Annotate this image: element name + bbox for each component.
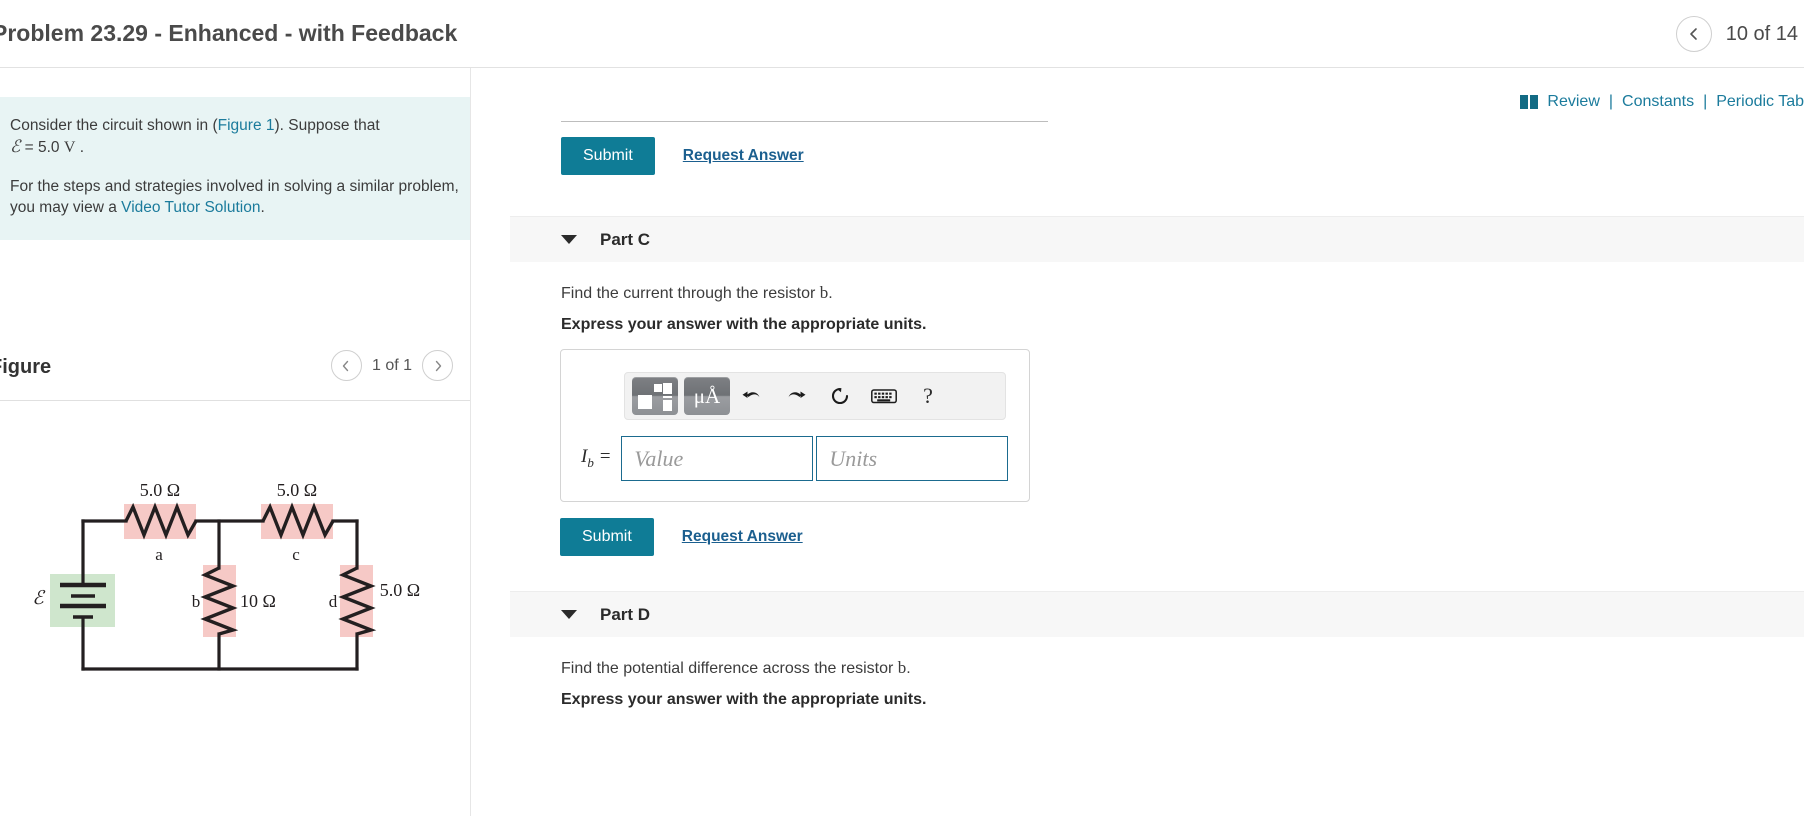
chevron-left-icon (340, 360, 352, 372)
statement-paragraph-2: For the steps and strategies involved in… (10, 176, 467, 218)
review-link[interactable]: Review (1547, 93, 1599, 111)
answer-variable-label: Ib = (581, 446, 611, 471)
resistor-a-node: a (155, 545, 163, 564)
figure-1-link[interactable]: Figure 1 (218, 117, 275, 134)
resistor-c-node: c (292, 545, 300, 564)
figure-divider (0, 400, 470, 401)
resource-links: Review | Constants | Periodic Tab (1520, 93, 1804, 111)
figure-counter: 1 of 1 (371, 356, 412, 374)
resistor-d-node: d (329, 592, 338, 611)
previous-part-actions: Submit Request Answer (561, 137, 804, 175)
submit-button-part-c[interactable]: Submit (560, 518, 654, 556)
constants-link[interactable]: Constants (1622, 93, 1694, 111)
problem-counter: 10 of 14 (1725, 22, 1798, 45)
resistor-b-node: b (192, 592, 201, 611)
undo-arrow-icon[interactable] (730, 377, 774, 415)
statement-text-pre: Consider the circuit shown in ( (10, 117, 218, 134)
link-separator-2: | (1703, 93, 1708, 110)
problem-panel: Consider the circuit shown in (Figure 1)… (0, 68, 471, 816)
emf-period: . (79, 139, 85, 156)
submit-button-previous[interactable]: Submit (561, 137, 655, 175)
statement-paragraph-1: Consider the circuit shown in (Figure 1)… (10, 115, 467, 158)
part-c-prompt: Find the current through the resistor b. (561, 283, 833, 303)
part-c-prompt-post: . (828, 285, 833, 302)
emf-symbol: ℰ (10, 137, 21, 156)
part-c-answer-fields: Ib = (581, 436, 1009, 481)
part-d-express-note: Express your answer with the appropriate… (561, 691, 927, 708)
app-header: Problem 23.29 - Enhanced - with Feedback… (0, 0, 1804, 68)
part-d-prompt-post: . (906, 660, 911, 677)
caret-down-icon[interactable] (561, 610, 577, 619)
request-answer-link-previous[interactable]: Request Answer (683, 147, 804, 165)
resistor-d-value: 5.0 Ω (380, 580, 420, 600)
problem-pager: 10 of 14 (1675, 16, 1804, 52)
help-icon[interactable]: ? (906, 377, 950, 415)
emf-label: ℰ (32, 588, 46, 609)
tutor-text-post: . (260, 199, 265, 216)
answer-panel: Review | Constants | Periodic Tab Submit… (472, 68, 1804, 816)
part-d-prompt-pre: Find the potential difference across the… (561, 660, 898, 677)
video-tutor-solution-link[interactable]: Video Tutor Solution (121, 199, 260, 216)
previous-problem-button[interactable] (1675, 16, 1712, 52)
figure-previous-button[interactable] (330, 350, 362, 381)
units-palette-icon[interactable]: μÅ (684, 377, 730, 415)
answer-units-input[interactable] (816, 436, 1009, 481)
math-template-icon[interactable] (632, 377, 678, 415)
previous-part-input-underline (561, 121, 1048, 122)
part-d-header[interactable]: Part D (510, 591, 1804, 637)
part-c-header[interactable]: Part C (510, 216, 1804, 262)
part-d-prompt: Find the potential difference across the… (561, 658, 911, 678)
part-c-prompt-pre: Find the current through the resistor (561, 285, 820, 302)
problem-statement: Consider the circuit shown in (Figure 1)… (0, 97, 470, 240)
answer-value-input[interactable] (621, 436, 814, 481)
part-c-express-note: Express your answer with the appropriate… (561, 316, 927, 333)
emf-unit: V (63, 139, 76, 156)
answer-variable-subscript: b (587, 454, 594, 470)
part-d-label: Part D (600, 604, 651, 624)
reset-circular-arrow-icon[interactable] (818, 377, 862, 415)
request-answer-link-part-c[interactable]: Request Answer (682, 528, 803, 546)
resistor-b-value: 10 Ω (240, 591, 276, 611)
statement-text-mid: ). Suppose that (274, 117, 380, 134)
resistor-a-value: 5.0 Ω (140, 480, 180, 500)
resistor-c-value: 5.0 Ω (277, 480, 317, 500)
part-c-label: Part C (600, 229, 651, 249)
part-c-answer-box: μÅ ? Ib = Value Units (560, 349, 1030, 502)
emf-value: = 5.0 (24, 139, 60, 156)
keyboard-icon[interactable] (862, 377, 906, 415)
chevron-left-icon (1687, 27, 1701, 41)
figure-nav: 1 of 1 (330, 350, 453, 381)
part-c-actions: Submit Request Answer (560, 518, 803, 556)
resistor-symbols (124, 502, 377, 636)
figure-next-button[interactable] (422, 350, 453, 381)
figure-header: Figure 1 of 1 (0, 348, 470, 396)
figure-title: Figure (0, 356, 52, 378)
redo-arrow-icon[interactable] (774, 377, 818, 415)
link-separator-1: | (1608, 93, 1614, 110)
page-title: Problem 23.29 - Enhanced - with Feedback (0, 20, 458, 46)
chevron-right-icon (432, 360, 444, 372)
answer-equals-sign: = (598, 446, 612, 468)
circuit-figure[interactable]: 5.0 Ω 5.0 Ω a c b d 10 Ω 5.0 Ω ℰ (0, 408, 470, 708)
periodic-table-link[interactable]: Periodic Tab (1716, 93, 1804, 111)
book-icon (1520, 95, 1539, 109)
part-d-prompt-variable: b (897, 658, 907, 677)
math-toolbar: μÅ ? (624, 372, 1006, 420)
caret-down-icon[interactable] (561, 235, 577, 244)
